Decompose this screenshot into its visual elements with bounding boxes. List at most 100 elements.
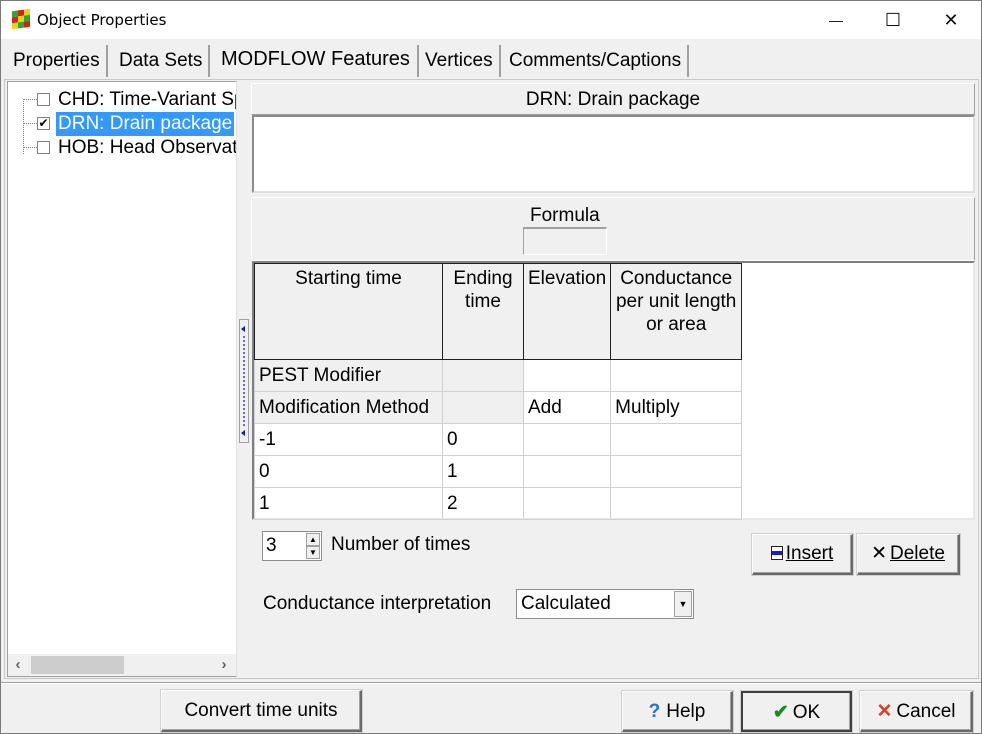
tab-vertices[interactable]: Vertices — [417, 45, 501, 77]
tab-comments-captions[interactable]: Comments/Captions — [503, 45, 690, 77]
title-bar: Object Properties — ☐ ✕ — [1, 1, 981, 39]
checkbox-drn[interactable]: ✔ — [37, 117, 50, 130]
spin-buttons: ▲ ▼ — [306, 533, 320, 559]
table-row: PEST Modifier — [254, 359, 743, 392]
tree-item-hob[interactable]: HOB: Head Observations — [8, 136, 236, 160]
tab-data-sets[interactable]: Data Sets — [113, 45, 211, 77]
delete-label: Delete — [890, 543, 945, 564]
column-header-ending-time[interactable]: Ending time — [442, 263, 524, 360]
collapse-left-icon[interactable] — [241, 326, 245, 332]
minimize-icon: — — [829, 12, 843, 28]
number-of-times-spinner[interactable]: 3 ▲ ▼ — [262, 531, 322, 561]
minimize-button[interactable]: — — [807, 1, 865, 39]
insert-row-icon — [770, 546, 783, 560]
chevron-down-icon[interactable]: ▼ — [674, 591, 692, 617]
tree-item-label: CHD: Time-Variant Specified Head — [58, 89, 236, 110]
convert-time-units-button[interactable]: Convert time units — [161, 690, 362, 732]
tree-connector — [23, 147, 37, 148]
table-row: Modification Method Add Multiply — [254, 391, 743, 424]
tree-connector — [23, 123, 37, 124]
tree-connector — [23, 99, 37, 100]
spin-down-icon[interactable]: ▼ — [306, 546, 320, 559]
delete-icon: ✕ — [871, 543, 887, 564]
column-header-elevation[interactable]: Elevation — [522, 263, 612, 360]
splitter-grip — [243, 336, 245, 426]
table-row: -1 0 — [254, 423, 743, 456]
grid-cell[interactable] — [522, 423, 612, 456]
table-row: 0 1 — [254, 455, 743, 488]
cancel-icon: ✕ — [876, 701, 893, 722]
conductance-interpretation-select[interactable]: Calculated ▼ — [516, 589, 694, 619]
checkbox-hob[interactable] — [37, 141, 50, 154]
object-properties-window: Object Properties — ☐ ✕ Properties Data … — [0, 0, 982, 734]
grid-cell[interactable] — [522, 487, 612, 520]
app-icon — [12, 8, 30, 30]
scroll-thumb[interactable] — [31, 656, 124, 674]
feature-tree[interactable]: CHD: Time-Variant Specified Head ✔ DRN: … — [7, 81, 237, 677]
time-grid: Starting time Ending time Elevation Cond… — [254, 263, 743, 520]
insert-label: Insert — [785, 543, 834, 564]
grid-cell[interactable]: 1 — [442, 455, 524, 488]
number-of-times-value: 3 — [266, 535, 277, 556]
grid-cell[interactable]: -1 — [254, 423, 443, 456]
spin-up-icon[interactable]: ▲ — [306, 533, 320, 546]
tree-item-chd[interactable]: CHD: Time-Variant Specified Head — [8, 88, 236, 112]
maximize-button[interactable]: ☐ — [864, 1, 922, 39]
delete-button[interactable]: ✕ Delete — [857, 534, 960, 575]
grid-cell[interactable]: Add — [522, 391, 612, 424]
ok-label: OK — [792, 702, 821, 723]
column-header-starting-time[interactable]: Starting time — [254, 263, 443, 360]
number-of-times-label: Number of times — [331, 534, 471, 555]
row-label-pest-modifier: PEST Modifier — [254, 359, 443, 392]
grid-cell[interactable] — [610, 423, 743, 456]
insert-button[interactable]: Insert — [752, 534, 853, 575]
grid-cell[interactable] — [610, 359, 743, 392]
package-title: DRN: Drain package — [251, 83, 975, 115]
tree-item-drn[interactable]: ✔ DRN: Drain package — [8, 112, 236, 136]
maximize-icon: ☐ — [884, 9, 902, 30]
formula-panel — [251, 197, 975, 261]
package-description — [252, 115, 975, 193]
tab-modflow-features[interactable]: MODFLOW Features — [215, 41, 416, 77]
tab-bar: Properties Data Sets MODFLOW Features Ve… — [4, 41, 980, 77]
grid-cell[interactable]: 2 — [442, 487, 524, 520]
cancel-button[interactable]: ✕ Cancel — [860, 691, 973, 732]
scroll-right-icon[interactable]: › — [214, 654, 234, 676]
tree-horizontal-scrollbar[interactable]: ‹ › — [8, 654, 236, 676]
table-row: 1 2 — [254, 487, 743, 520]
row-label-modification-method: Modification Method — [254, 391, 443, 424]
close-icon: ✕ — [943, 9, 959, 30]
tree-item-label: DRN: Drain package — [56, 112, 235, 136]
close-button[interactable]: ✕ — [922, 1, 980, 39]
grid-cell[interactable]: 0 — [254, 455, 443, 488]
help-label: Help — [666, 701, 706, 722]
conductance-interpretation-label: Conductance interpretation — [263, 593, 492, 614]
ok-button[interactable]: ✔ OK — [741, 691, 852, 732]
grid-cell — [442, 391, 524, 424]
cancel-label: Cancel — [896, 701, 956, 722]
scroll-left-icon[interactable]: ‹ — [8, 654, 28, 676]
formula-input[interactable] — [523, 227, 607, 255]
help-button[interactable]: ? Help — [622, 691, 733, 732]
formula-label: Formula — [530, 205, 600, 226]
grid-cell[interactable] — [522, 455, 612, 488]
tree-item-label: HOB: Head Observations — [58, 137, 236, 158]
grid-cell — [442, 359, 524, 392]
grid-header-row: Starting time Ending time Elevation Cond… — [254, 263, 743, 360]
checkmark-icon: ✔ — [38, 116, 49, 130]
panel-splitter[interactable] — [239, 319, 249, 443]
grid-cell[interactable] — [610, 487, 743, 520]
grid-cell[interactable]: 1 — [254, 487, 443, 520]
footer-separator — [1, 682, 981, 684]
collapse-left-icon[interactable] — [241, 430, 245, 436]
grid-cell[interactable] — [522, 359, 612, 392]
tab-properties[interactable]: Properties — [7, 45, 108, 77]
conductance-interpretation-value: Calculated — [521, 593, 611, 614]
grid-cell[interactable]: Multiply — [610, 391, 743, 424]
help-icon: ? — [648, 701, 661, 722]
window-title: Object Properties — [37, 11, 167, 29]
checkbox-chd[interactable] — [37, 93, 50, 106]
grid-cell[interactable]: 0 — [442, 423, 524, 456]
column-header-conductance[interactable]: Conductance per unit length or area — [610, 263, 743, 360]
grid-cell[interactable] — [610, 455, 743, 488]
